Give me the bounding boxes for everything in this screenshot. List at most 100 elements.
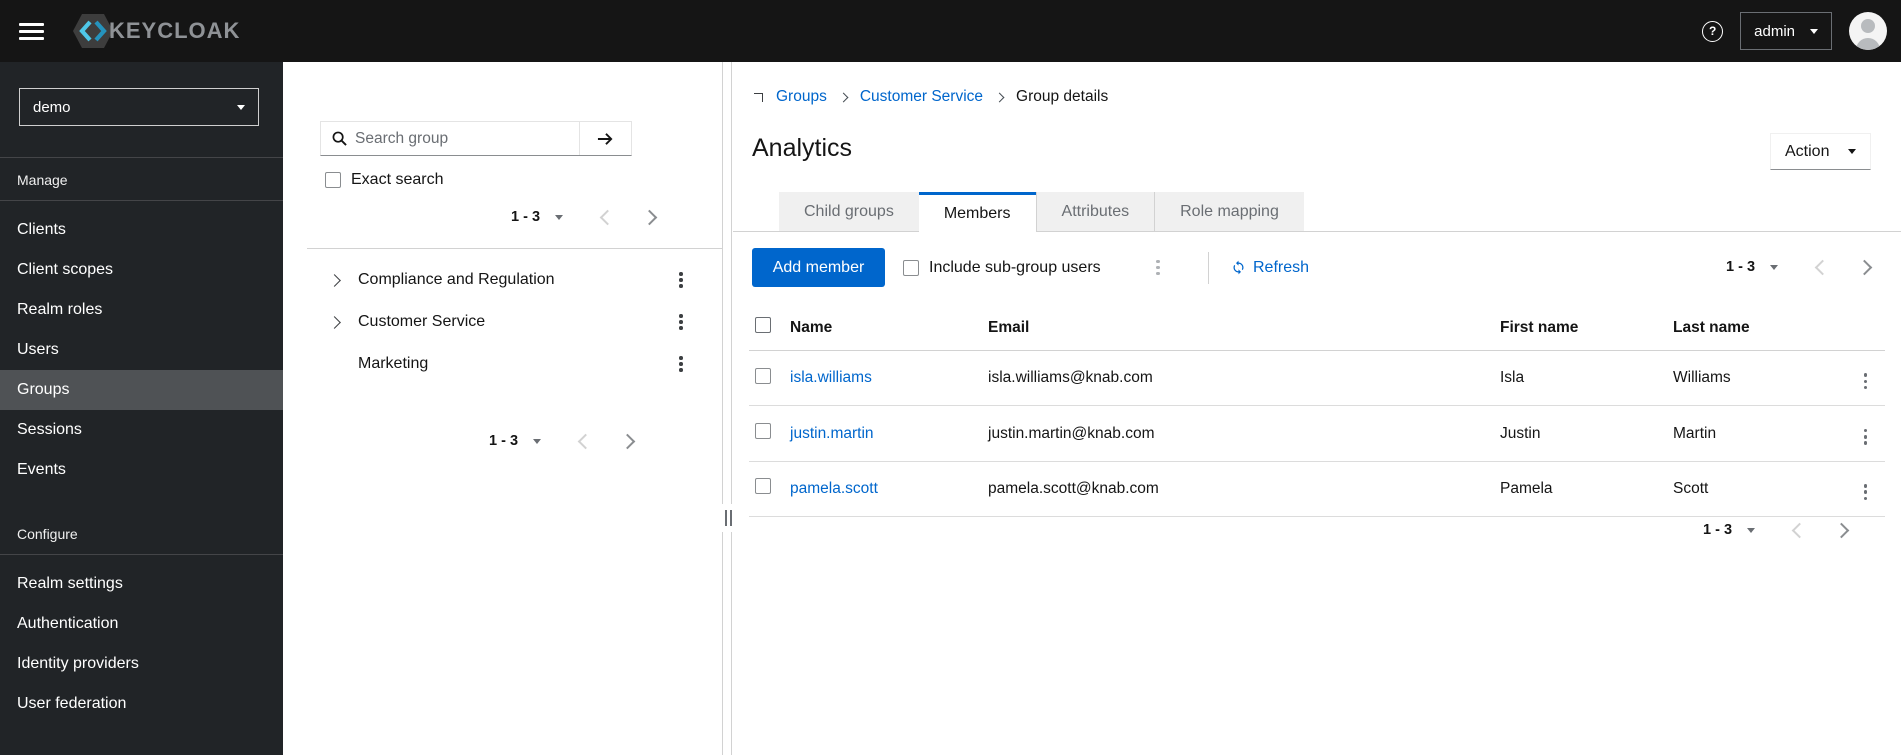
member-username-link[interactable]: isla.williams	[790, 369, 872, 386]
pagination-next-icon[interactable]	[1833, 522, 1850, 538]
sidebar-item-realm-roles[interactable]: Realm roles	[0, 290, 283, 330]
breadcrumb-link-customer-service[interactable]: Customer Service	[860, 88, 983, 106]
pagination-range[interactable]: 1 - 3	[1726, 259, 1755, 275]
member-row: isla.williams isla.williams@knab.com Isla W…	[749, 350, 1885, 407]
row-kebab-menu[interactable]	[1861, 426, 1871, 448]
pagination-caret-icon[interactable]	[555, 214, 564, 220]
refresh-button[interactable]: Refresh	[1231, 248, 1309, 287]
page-title: Analytics	[752, 134, 853, 162]
group-pagination-bottom: 1 - 3	[489, 426, 636, 456]
breadcrumb-link-groups[interactable]: Groups	[776, 88, 827, 106]
caret-down-icon	[1810, 28, 1818, 34]
exact-search-label: Exact search	[351, 171, 444, 188]
masthead-actions: ? admin	[1702, 12, 1887, 50]
pagination-prev-icon[interactable]	[599, 209, 616, 225]
sidebar-item-user-federation[interactable]: User federation	[0, 684, 283, 724]
members-pagination-top: 1 - 3	[1726, 252, 1873, 282]
group-tree-item[interactable]: Customer Service	[283, 301, 722, 343]
pagination-prev-icon[interactable]	[1791, 522, 1808, 538]
pagination-caret-icon[interactable]	[533, 438, 542, 444]
row-kebab-menu[interactable]	[1861, 481, 1871, 503]
member-first-name: Isla	[1500, 350, 1673, 407]
pagination-prev-icon[interactable]	[577, 433, 594, 449]
refresh-icon	[1233, 260, 1244, 275]
sidebar-item-clients[interactable]: Clients	[0, 210, 283, 250]
sidebar-item-identity-providers[interactable]: Identity providers	[0, 644, 283, 684]
member-row: justin.martin justin.martin@knab.com Justi…	[749, 405, 1885, 462]
tab-members[interactable]: Members	[918, 192, 1036, 236]
group-kebab-menu[interactable]	[676, 311, 686, 333]
row-kebab-menu[interactable]	[1861, 370, 1871, 392]
tab-attributes[interactable]: Attributes	[1035, 192, 1155, 231]
hamburger-menu-icon[interactable]	[19, 19, 44, 44]
member-username-link[interactable]: pamela.scott	[790, 480, 878, 497]
avatar[interactable]	[1849, 12, 1887, 50]
pagination-caret-icon[interactable]	[1770, 264, 1779, 270]
sidebar-item-groups[interactable]: Groups	[0, 370, 283, 410]
divider	[307, 248, 722, 249]
group-kebab-menu[interactable]	[676, 353, 686, 375]
tab-child-groups[interactable]: Child groups	[779, 192, 919, 231]
row-checkbox[interactable]	[755, 478, 771, 495]
search-group-input[interactable]	[321, 122, 579, 155]
tab-bar: Child groups Members Attributes Role map…	[779, 192, 1304, 236]
nav-section-label: Configure	[17, 526, 78, 542]
sidebar: demo Manage Clients Client scopes Realm rol…	[0, 62, 283, 755]
divider	[0, 554, 283, 555]
sidebar-item-sessions[interactable]: Sessions	[0, 410, 283, 450]
caret-down-icon	[237, 104, 245, 110]
help-icon[interactable]: ?	[1702, 20, 1724, 42]
row-checkbox[interactable]	[755, 367, 771, 384]
tab-role-mapping[interactable]: Role mapping	[1154, 192, 1304, 231]
row-checkbox[interactable]	[755, 423, 771, 440]
group-kebab-menu[interactable]	[676, 269, 686, 291]
divider	[0, 200, 283, 201]
pagination-next-icon[interactable]	[619, 433, 636, 449]
group-tree-item[interactable]: Marketing	[283, 343, 722, 385]
user-menu-dropdown[interactable]: admin	[1740, 12, 1832, 50]
realm-selector[interactable]: demo	[19, 88, 259, 126]
toolbar-kebab-menu[interactable]	[1153, 257, 1163, 279]
pagination-caret-icon[interactable]	[1747, 527, 1756, 533]
select-all-checkbox[interactable]	[755, 317, 771, 333]
action-dropdown-button[interactable]: Action	[1770, 133, 1871, 170]
pagination-next-icon[interactable]	[1856, 259, 1873, 275]
pagination-range[interactable]: 1 - 3	[511, 209, 540, 225]
sidebar-item-authentication[interactable]: Authentication	[0, 604, 283, 644]
nav-section-label: Manage	[17, 172, 68, 188]
pagination-range[interactable]: 1 - 3	[489, 433, 518, 449]
chevron-right-icon	[994, 92, 1005, 102]
expand-chevron-icon[interactable]	[326, 315, 342, 329]
pagination-prev-icon[interactable]	[1814, 259, 1831, 275]
breadcrumb: Groups Customer Service Group details	[754, 88, 1108, 106]
pagination-next-icon[interactable]	[641, 209, 658, 225]
group-tree-item[interactable]: Compliance and Regulation	[283, 259, 722, 301]
sidebar-item-events[interactable]: Events	[0, 450, 283, 490]
search-submit-button[interactable]	[579, 122, 631, 155]
sidebar-item-client-scopes[interactable]: Client scopes	[0, 250, 283, 290]
exact-search-checkbox[interactable]	[325, 172, 341, 188]
breadcrumb-current: Group details	[1016, 88, 1109, 105]
user-menu-label: admin	[1754, 22, 1795, 40]
sidebar-item-users[interactable]: Users	[0, 330, 283, 370]
realm-selector-value: demo	[33, 98, 71, 116]
keycloak-admin-console: KEYCLOAK ? admin demo Manage Clients Clien…	[0, 0, 1901, 755]
members-table-header-row: Name Email First name Last name	[749, 305, 1885, 351]
member-username-link[interactable]: justin.martin	[790, 425, 874, 442]
sidebar-item-realm-settings[interactable]: Realm settings	[0, 564, 283, 604]
group-name[interactable]: Compliance and Regulation	[358, 271, 555, 289]
caret-down-icon	[1848, 149, 1856, 154]
group-name[interactable]: Marketing	[358, 355, 428, 373]
group-name[interactable]: Customer Service	[358, 313, 485, 331]
member-email: isla.williams@knab.com	[988, 350, 1500, 407]
add-member-button[interactable]: Add member	[752, 248, 885, 287]
include-subgroup-checkbox[interactable]	[903, 259, 919, 276]
column-header-last-name: Last name	[1673, 305, 1846, 351]
panel-resize-line	[731, 62, 732, 755]
pagination-range[interactable]: 1 - 3	[1703, 522, 1732, 538]
column-header-email: Email	[988, 305, 1500, 351]
breadcrumb-back-icon[interactable]	[754, 92, 763, 102]
group-tree-panel: Exact search 1 - 3 Compliance and Regula…	[283, 62, 723, 755]
member-row: pamela.scott pamela.scott@knab.com Pamela S…	[749, 461, 1885, 518]
expand-chevron-icon[interactable]	[326, 273, 342, 287]
